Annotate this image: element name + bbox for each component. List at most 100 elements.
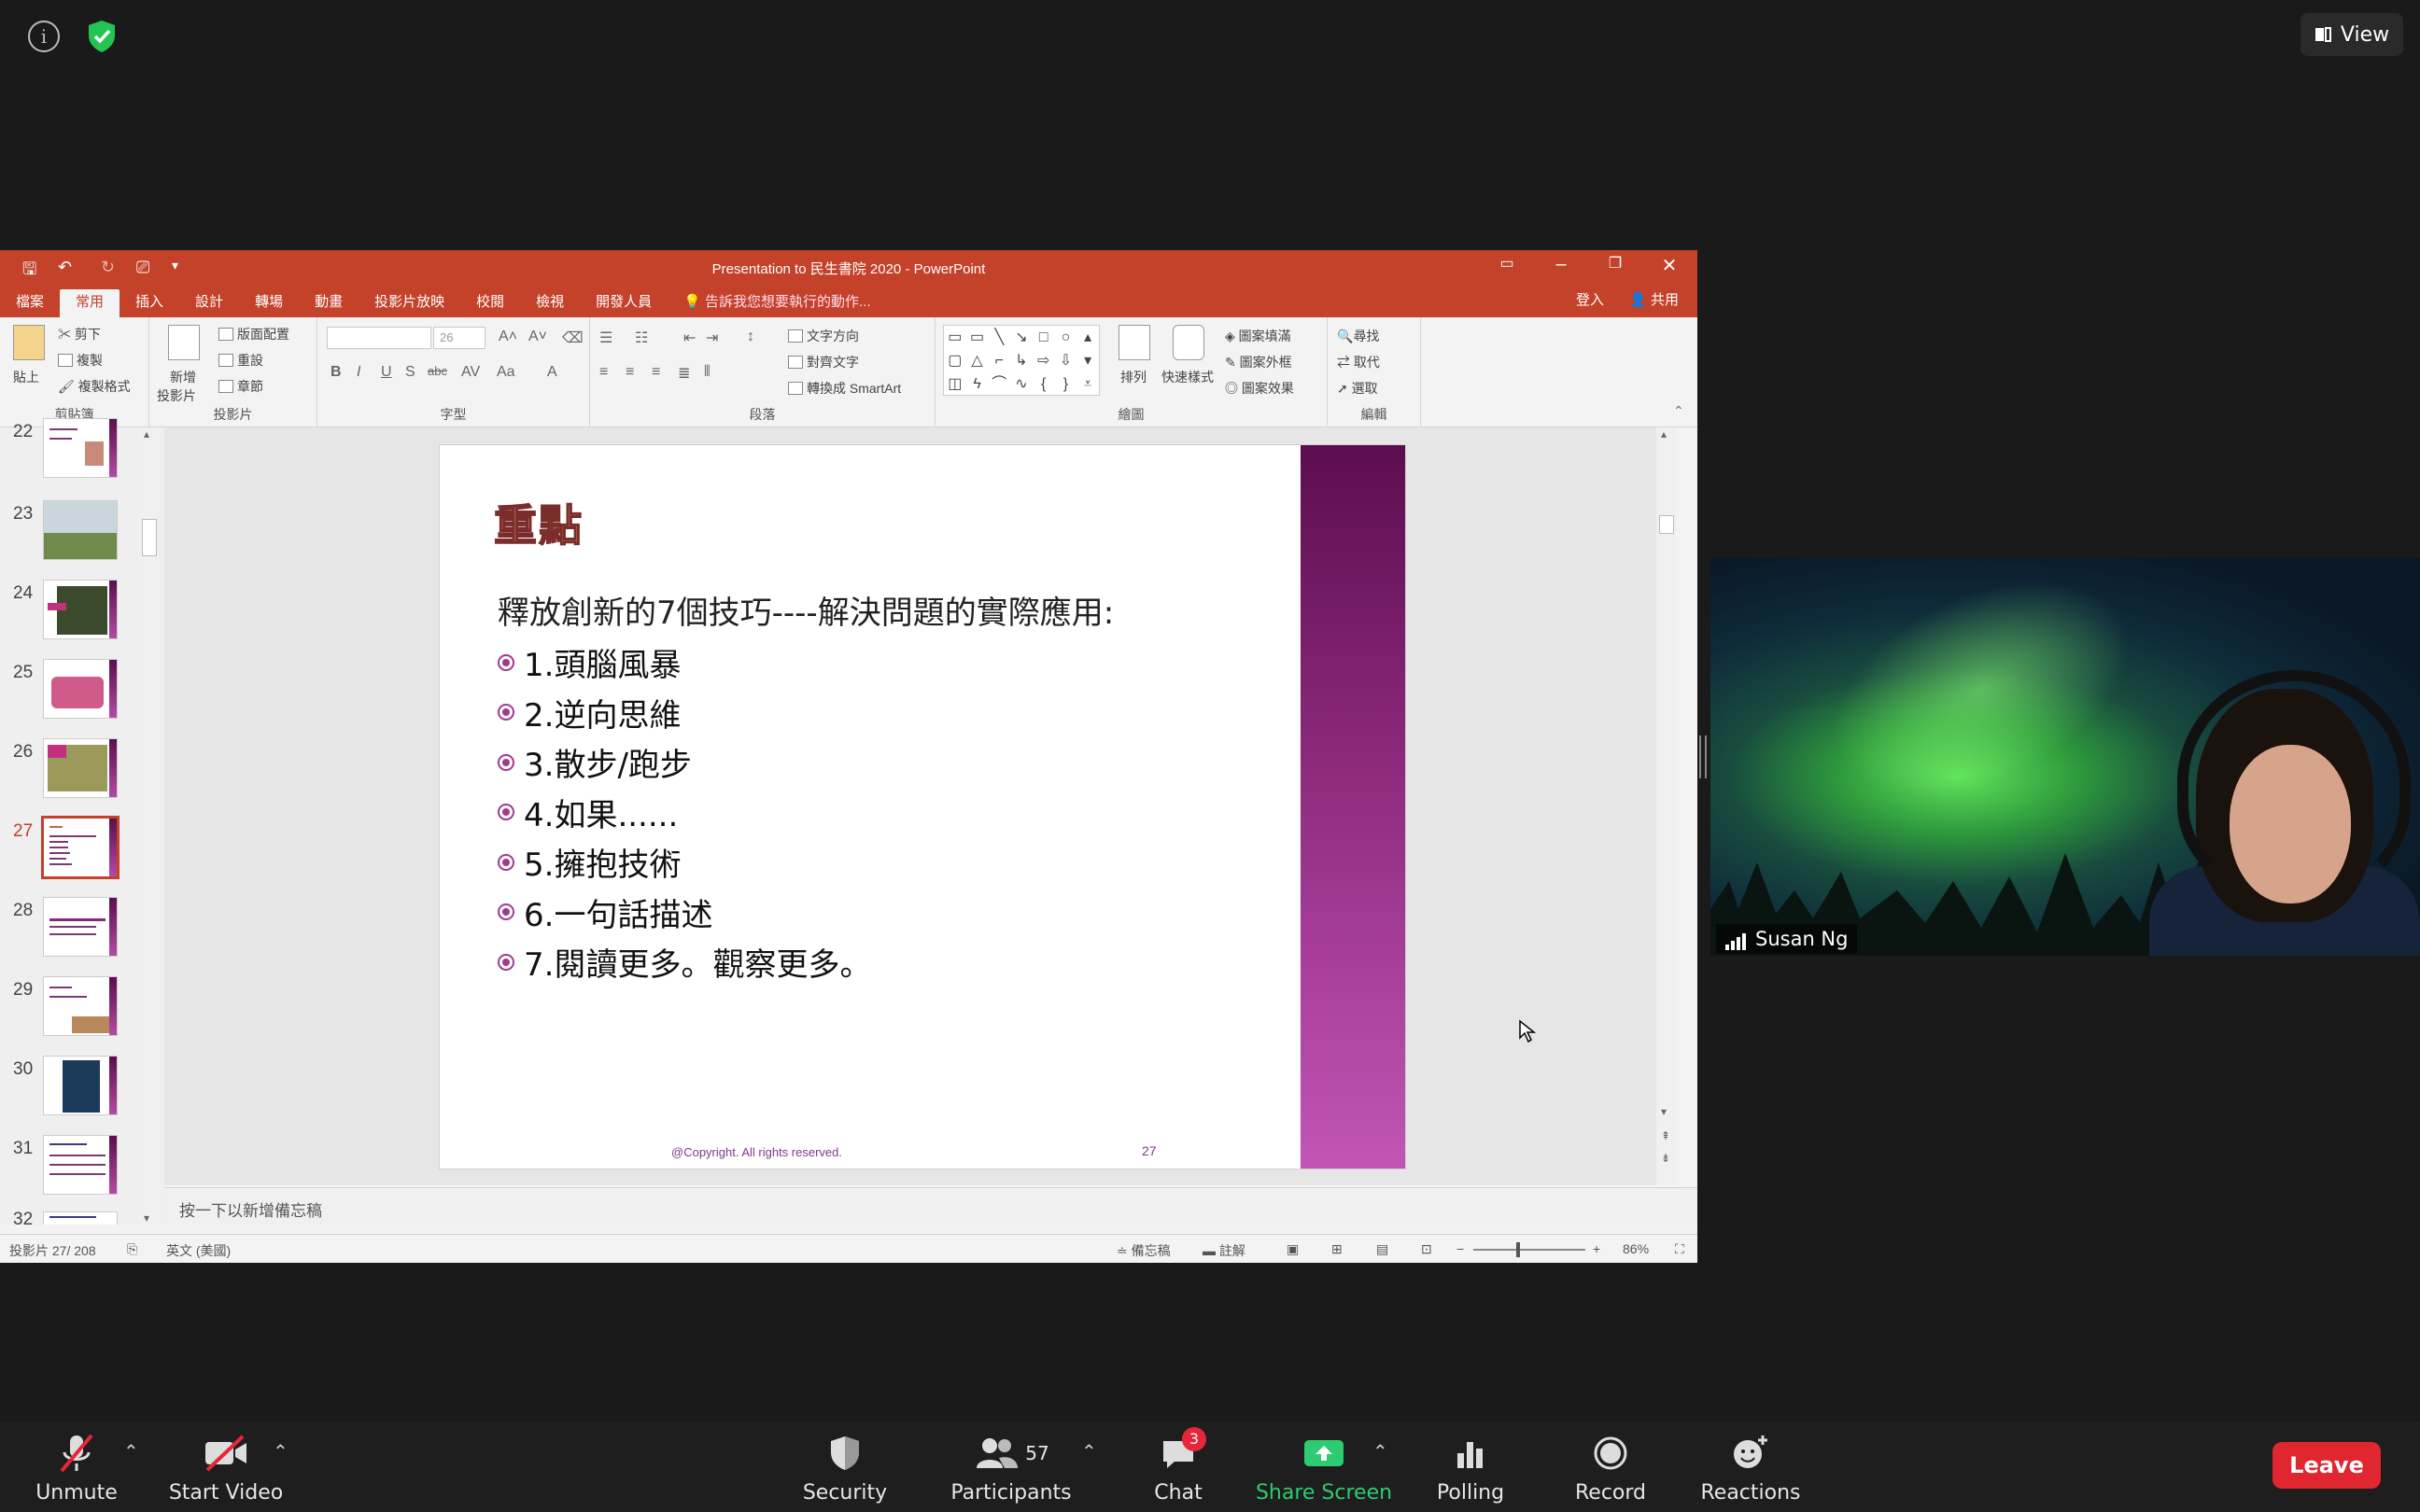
- tab-design[interactable]: 設計: [179, 289, 239, 317]
- tab-transitions[interactable]: 轉場: [239, 289, 299, 317]
- tell-me-search[interactable]: 💡 告訴我您想要執行的動作...: [668, 289, 886, 317]
- smartart-button[interactable]: 轉換成 SmartArt: [788, 379, 901, 398]
- security-button[interactable]: Security: [797, 1431, 893, 1505]
- tab-slideshow[interactable]: 投影片放映: [359, 289, 460, 317]
- change-case-icon[interactable]: Aa: [497, 364, 515, 381]
- slide-sorter-icon[interactable]: ⊞: [1331, 1241, 1343, 1257]
- down-arrow-shape-icon[interactable]: ⇩: [1055, 349, 1077, 372]
- tab-insert[interactable]: 插入: [120, 289, 179, 317]
- right-arrow-shape-icon[interactable]: ⇨: [1033, 349, 1055, 372]
- info-icon[interactable]: i: [28, 21, 60, 52]
- tab-developer[interactable]: 開發人員: [580, 289, 668, 317]
- unmute-button[interactable]: Unmute: [28, 1431, 125, 1505]
- underline-icon[interactable]: U: [381, 364, 392, 381]
- strikethrough-icon[interactable]: abc: [428, 364, 447, 378]
- increase-font-icon[interactable]: A˄: [499, 329, 517, 345]
- arrange-icon[interactable]: [1119, 325, 1150, 360]
- thumbnail-scrollbar[interactable]: ▴ ▾: [140, 427, 159, 1225]
- start-video-button[interactable]: Start Video: [168, 1431, 284, 1505]
- notes-toggle[interactable]: ≐ 備忘稿: [1117, 1241, 1171, 1260]
- text-direction-button[interactable]: 文字方向: [788, 327, 859, 345]
- find-button[interactable]: 🔍尋找: [1337, 327, 1379, 345]
- shape-fill-button[interactable]: ◈ 圖案填滿: [1225, 327, 1291, 345]
- vertical-textbox-shape-icon[interactable]: ▭: [966, 326, 989, 349]
- elbow-arrow-icon[interactable]: ↳: [1010, 349, 1033, 372]
- login-link[interactable]: 登入: [1576, 289, 1604, 309]
- normal-view-icon[interactable]: ▣: [1287, 1241, 1299, 1257]
- comments-toggle[interactable]: ▬ 註解: [1203, 1241, 1245, 1260]
- leave-meeting-button[interactable]: Leave: [2272, 1442, 2381, 1489]
- zoom-level[interactable]: 86%: [1623, 1241, 1649, 1256]
- participants-button[interactable]: 57 Participants: [950, 1431, 1072, 1505]
- format-painter-button[interactable]: 🖌 複製格式: [58, 377, 131, 396]
- encryption-shield-icon[interactable]: [86, 19, 118, 54]
- rounded-rect-shape-icon[interactable]: ▢: [944, 349, 966, 372]
- elbow-connector-icon[interactable]: ⌐: [988, 349, 1010, 372]
- restore-button[interactable]: ❐: [1597, 254, 1634, 273]
- shape-outline-button[interactable]: ✎ 圖案外框: [1225, 353, 1292, 371]
- copy-button[interactable]: 複製: [58, 351, 103, 370]
- triangle-shape-icon[interactable]: △: [966, 349, 989, 372]
- select-button[interactable]: ➚ 選取: [1337, 379, 1378, 398]
- shadow-icon[interactable]: S: [405, 364, 415, 381]
- increase-indent-icon[interactable]: ⇥: [706, 329, 718, 347]
- arrange-button[interactable]: 排列: [1120, 368, 1147, 386]
- left-brace-icon[interactable]: {: [1033, 372, 1055, 396]
- font-name-box[interactable]: [327, 327, 431, 349]
- video-options-caret-icon[interactable]: ⌃: [273, 1440, 288, 1463]
- thumbnail-scrollbar-thumb[interactable]: [142, 519, 157, 556]
- columns-icon[interactable]: ⫴: [704, 364, 711, 381]
- new-slide-icon[interactable]: [168, 325, 200, 360]
- curve-shape-icon[interactable]: ⌒: [988, 372, 1010, 396]
- slide-subtitle[interactable]: 釋放創新的7個技巧----解決問題的實際應用:: [498, 587, 1114, 633]
- reset-button[interactable]: 重設: [218, 351, 263, 370]
- replace-button[interactable]: ⇄ 取代: [1337, 353, 1380, 371]
- slideshow-view-icon[interactable]: ⊡: [1421, 1241, 1432, 1257]
- tab-view[interactable]: 檢視: [520, 289, 580, 317]
- italic-icon[interactable]: I: [357, 364, 360, 381]
- participants-options-caret-icon[interactable]: ⌃: [1081, 1440, 1097, 1463]
- quick-styles-button[interactable]: 快速樣式: [1161, 368, 1214, 386]
- clear-format-icon[interactable]: ⌫: [562, 329, 584, 347]
- align-text-button[interactable]: 對齊文字: [788, 353, 859, 371]
- gallery-down-icon[interactable]: ▾: [1076, 349, 1099, 372]
- paste-icon[interactable]: [13, 325, 45, 360]
- reading-view-icon[interactable]: ▤: [1376, 1241, 1388, 1257]
- right-brace-icon[interactable]: }: [1055, 372, 1077, 396]
- tab-home[interactable]: 常用: [60, 289, 120, 317]
- layout-button[interactable]: 版面配置: [218, 325, 289, 343]
- record-button[interactable]: Record: [1569, 1431, 1653, 1505]
- next-slide-icon[interactable]: ⇟: [1661, 1152, 1670, 1165]
- section-button[interactable]: 章節: [218, 377, 263, 396]
- zoom-slider[interactable]: [1473, 1249, 1585, 1251]
- zoom-slider-knob[interactable]: [1516, 1242, 1520, 1257]
- arrow-line-shape-icon[interactable]: ↘: [1010, 326, 1033, 349]
- tab-review[interactable]: 校閱: [460, 289, 520, 317]
- gallery-expand-icon[interactable]: ⩡: [1076, 372, 1099, 396]
- collapse-ribbon-icon[interactable]: ⌃: [1673, 403, 1684, 419]
- new-slide-button-line2[interactable]: 投影片: [157, 386, 196, 405]
- justify-icon[interactable]: ≣: [678, 364, 690, 383]
- tab-file[interactable]: 檔案: [0, 289, 60, 317]
- line-shape-icon[interactable]: ╲: [988, 326, 1010, 349]
- accessibility-icon[interactable]: ⎘: [127, 1241, 137, 1257]
- new-slide-button[interactable]: 新增: [170, 368, 196, 386]
- slide-title[interactable]: 重點: [493, 492, 584, 553]
- numbering-icon[interactable]: ☷: [635, 329, 648, 347]
- callout-shape-icon[interactable]: ◫: [944, 372, 966, 396]
- slide-scrollbar-thumb[interactable]: [1659, 515, 1674, 534]
- rectangle-shape-icon[interactable]: □: [1033, 326, 1055, 349]
- notes-pane[interactable]: 按一下以新增備忘稿: [164, 1187, 1697, 1225]
- freeform-shape-icon[interactable]: ∿: [1010, 372, 1033, 396]
- close-button[interactable]: ✕: [1651, 254, 1688, 277]
- participant-video-tile[interactable]: Susan Ng: [1710, 558, 2420, 956]
- oval-shape-icon[interactable]: ○: [1055, 326, 1077, 349]
- bullets-icon[interactable]: ☰: [599, 329, 612, 347]
- language-indicator[interactable]: 英文 (美國): [166, 1241, 231, 1260]
- polling-button[interactable]: Polling: [1428, 1431, 1512, 1505]
- paste-button[interactable]: 貼上: [13, 368, 39, 386]
- character-spacing-icon[interactable]: AV: [461, 364, 480, 381]
- cut-button[interactable]: ✂ 剪下: [58, 325, 101, 343]
- reactions-button[interactable]: Reactions: [1699, 1431, 1802, 1505]
- align-center-icon[interactable]: ≡: [626, 364, 634, 381]
